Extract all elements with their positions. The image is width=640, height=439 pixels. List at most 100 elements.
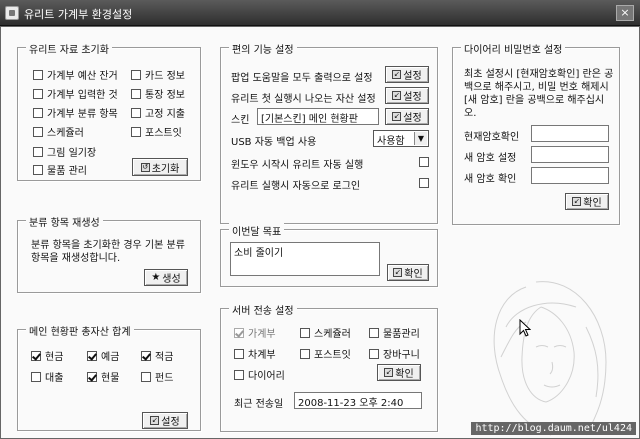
checkbox-box (131, 69, 141, 80)
reset-goods-checkbox[interactable]: 물품 관리 (33, 162, 87, 177)
reset-data-legend: 유리트 자료 초기화 (26, 41, 112, 56)
confirm-password-label: 새 암호 확인 (464, 174, 517, 185)
checkbox-box (33, 146, 43, 157)
skin-label: 스킨 (231, 115, 250, 126)
generate-button[interactable]: ★ 생성 (144, 269, 188, 286)
checkbox-box (33, 107, 43, 118)
reset-card-checkbox[interactable]: 카드 정보 (131, 67, 185, 82)
server-diary-checkbox[interactable]: 다이어리 (234, 367, 285, 382)
first-run-asset-settings-button[interactable]: ↙ 설정 (385, 87, 429, 104)
total-loan-checkbox[interactable]: 대출 (31, 369, 63, 384)
skin-field[interactable]: [기본스킨] 메인 현황판 (257, 108, 379, 125)
checkbox-box (87, 371, 97, 382)
last-transfer-field: 2008-11-23 오후 2:40 (294, 392, 422, 409)
total-settings-button[interactable]: ↙ 설정 (142, 412, 188, 429)
server-ledger-checkbox[interactable]: 가계부 (234, 325, 276, 340)
checkbox-box (300, 327, 310, 338)
close-button[interactable]: × (616, 5, 634, 21)
server-transfer-group: 서버 전송 설정 가계부 스케쥴러 물품관리 차계부 포스트잇 장바구니 다이어… (220, 302, 438, 432)
server-postit-checkbox[interactable]: 포스트잇 (300, 346, 351, 361)
new-password-label: 새 암호 설정 (464, 153, 517, 164)
first-run-asset-label: 유리트 첫 실행시 나오는 자산 설정 (231, 94, 376, 105)
category-regen-text: 분류 항목을 초기화한 경우 기본 분류 항목을 재생성합니다. (31, 240, 185, 264)
server-carbook-checkbox[interactable]: 차계부 (234, 346, 276, 361)
total-cash-checkbox[interactable]: 현금 (31, 348, 63, 363)
checkbox-box (33, 164, 43, 175)
checkbox-box (234, 327, 244, 338)
diary-password-instructions: 최초 설정시 [현재암호확인] 란은 공백으로 해주시고, 비밀 번호 해제시 … (464, 69, 614, 119)
total-assets-group: 메인 현황판 총자산 합계 현금 예금 적금 대출 현물 펀드 ↙ 설정 (17, 323, 201, 431)
confirm-icon: ↙ (384, 368, 394, 377)
diary-password-group: 다이어리 비밀번호 설정 최초 설정시 [현재암호확인] 란은 공백으로 해주시… (452, 41, 620, 225)
autostart-label: 윈도우 시작시 유리트 자동 실행 (231, 160, 364, 171)
new-password-input[interactable] (531, 146, 609, 163)
checkbox-box (87, 350, 97, 361)
monthly-goal-legend: 이번달 목표 (229, 223, 285, 238)
server-transfer-legend: 서버 전송 설정 (229, 302, 297, 317)
settings-icon: ↙ (392, 91, 402, 100)
chevron-down-icon[interactable]: ▼ (414, 132, 427, 145)
checkbox-box (141, 350, 151, 361)
total-assets-legend: 메인 현황판 총자산 합계 (26, 323, 134, 338)
diary-password-confirm-button[interactable]: ↙ 확인 (565, 193, 609, 210)
total-savings-checkbox[interactable]: 적금 (141, 348, 173, 363)
server-confirm-button[interactable]: ↙ 확인 (377, 364, 421, 381)
checkbox-box (33, 126, 43, 137)
settings-icon: ↙ (150, 416, 160, 425)
total-deposit-checkbox[interactable]: 예금 (87, 348, 119, 363)
usb-backup-select[interactable]: 사용함 ▼ (373, 130, 429, 147)
usb-backup-label: USB 자동 백업 사용 (231, 137, 317, 148)
app-icon (5, 6, 19, 20)
total-fund-checkbox[interactable]: 펀드 (141, 369, 173, 384)
skin-settings-button[interactable]: ↙ 설정 (385, 108, 429, 125)
diary-password-legend: 다이어리 비밀번호 설정 (461, 41, 566, 56)
star-icon: ★ (151, 272, 161, 283)
checkbox-box (31, 371, 41, 382)
total-goods-checkbox[interactable]: 현물 (87, 369, 119, 384)
last-transfer-label: 최근 전송일 (234, 399, 284, 410)
checkbox-box (131, 126, 141, 137)
checkbox-box (369, 348, 379, 359)
reset-entries-checkbox[interactable]: 가계부 입력한 것 (33, 86, 118, 101)
reset-budget-checkbox[interactable]: 가계부 예산 잔거 (33, 67, 118, 82)
popup-help-settings-button[interactable]: ↙ 설정 (385, 66, 429, 83)
decorative-portrait-sketch (493, 281, 607, 436)
current-password-input[interactable] (531, 125, 609, 142)
current-password-label: 현재암호확인 (464, 132, 520, 143)
server-scheduler-checkbox[interactable]: 스케쥴러 (300, 325, 351, 340)
convenience-group: 편의 기능 설정 팝업 도움말을 모두 출력으로 설정 ↙ 설정 유리트 첫 실행… (220, 41, 438, 224)
autologin-checkbox[interactable] (419, 178, 429, 188)
checkbox-box (141, 371, 151, 382)
mouse-cursor-icon (519, 319, 531, 337)
autostart-checkbox[interactable] (419, 157, 429, 167)
checkbox-box (300, 348, 310, 359)
reset-icon: ↺ (140, 162, 150, 172)
reset-categories-checkbox[interactable]: 가계부 분류 항목 (33, 105, 118, 120)
autologin-label: 유리트 실행시 자동으로 로그인 (231, 181, 361, 192)
reset-postit-checkbox[interactable]: 포스트잇 (131, 124, 182, 139)
monthly-goal-input[interactable]: 소비 줄이기 (230, 242, 380, 276)
confirm-password-input[interactable] (531, 167, 609, 184)
checkbox-box (369, 327, 379, 338)
dialog-body: 유리트 자료 초기화 가계부 예산 잔거 카드 정보 가계부 입력한 것 통장 … (0, 26, 640, 439)
checkbox-box (33, 69, 43, 80)
reset-button[interactable]: ↺ 초기화 (132, 158, 188, 176)
reset-data-group: 유리트 자료 초기화 가계부 예산 잔거 카드 정보 가계부 입력한 것 통장 … (17, 41, 201, 181)
reset-scheduler-checkbox[interactable]: 스케쥴러 (33, 124, 84, 139)
checkbox-box (131, 107, 141, 118)
reset-fixed-expense-checkbox[interactable]: 고정 지출 (131, 105, 185, 120)
server-goods-checkbox[interactable]: 물품관리 (369, 325, 420, 340)
category-regen-group: 분류 항목 재생성 분류 항목을 초기화한 경우 기본 분류 항목을 재생성합니… (17, 214, 201, 293)
confirm-icon: ↙ (572, 197, 582, 206)
title-bar[interactable]: 유리트 가계부 환경설정 × (0, 0, 640, 26)
reset-diary-checkbox[interactable]: 그림 일기장 (33, 144, 96, 159)
confirm-icon: ↙ (393, 268, 403, 277)
convenience-legend: 편의 기능 설정 (229, 41, 297, 56)
server-cart-checkbox[interactable]: 장바구니 (369, 346, 420, 361)
monthly-goal-confirm-button[interactable]: ↙ 확인 (387, 264, 429, 281)
popup-help-label: 팝업 도움말을 모두 출력으로 설정 (231, 73, 373, 84)
blog-watermark: http://blog.daum.net/ul424 (471, 422, 636, 435)
settings-icon: ↙ (392, 112, 402, 121)
reset-bankbook-checkbox[interactable]: 통장 정보 (131, 86, 185, 101)
checkbox-box (131, 88, 141, 99)
